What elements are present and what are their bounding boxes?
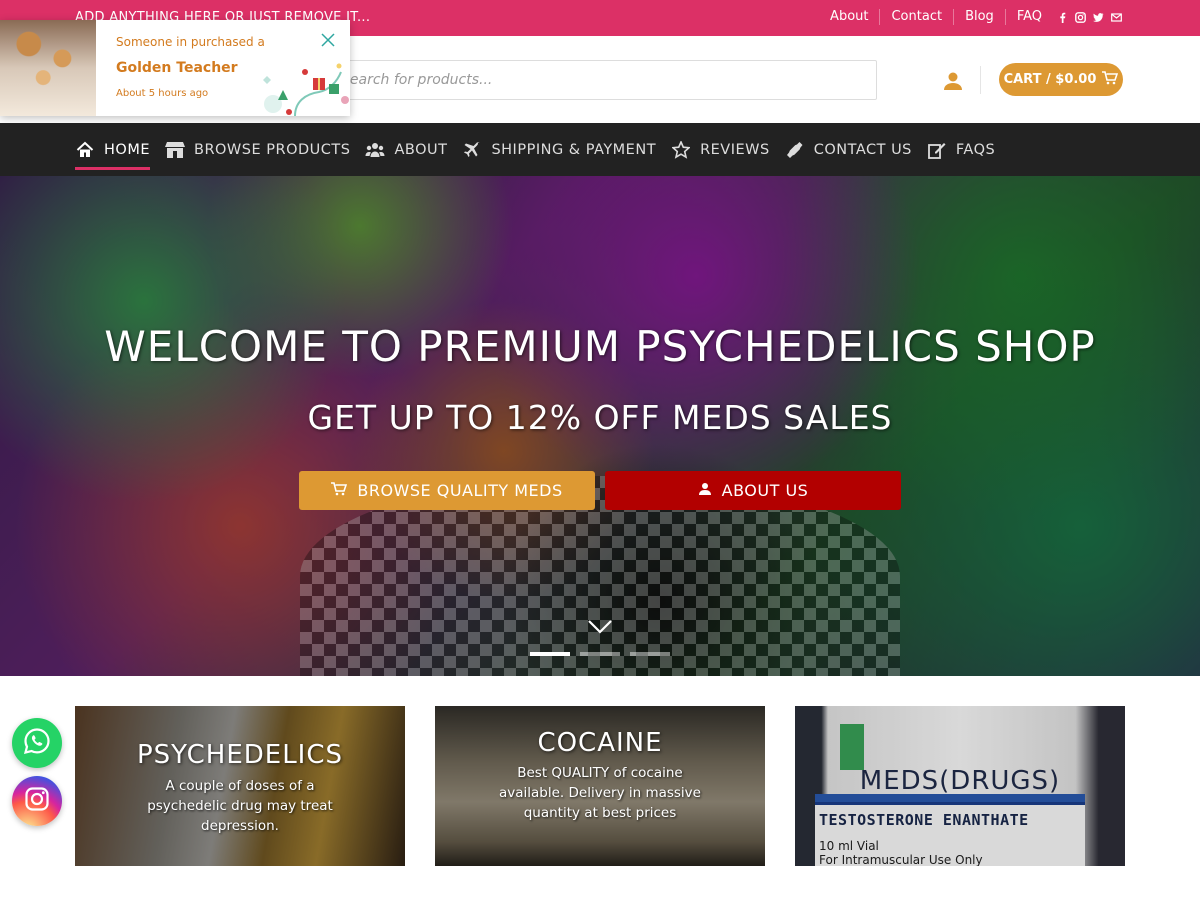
nav-label-browse-products: BROWSE PRODUCTS	[194, 141, 351, 158]
twitter-icon[interactable]	[1093, 12, 1104, 23]
top-link-about[interactable]: About	[819, 9, 879, 25]
popup-product-name[interactable]: Golden Teacher	[116, 60, 238, 76]
nav-label-about: ABOUT	[394, 141, 448, 158]
category-title: PSYCHEDELICS	[136, 740, 344, 770]
instagram-button[interactable]	[12, 776, 62, 826]
hero-title: WELCOME TO PREMIUM PSYCHEDELICS SHOP	[104, 322, 1096, 371]
christmas-decoration	[255, 60, 350, 117]
nav-label-reviews: REVIEWS	[700, 141, 770, 158]
nav-item-reviews[interactable]: REVIEWS	[671, 123, 770, 176]
category-description: A couple of doses of a psychedelic drug …	[147, 778, 333, 834]
nav-item-faqs[interactable]: FAQS	[927, 123, 995, 176]
browse-quality-meds-button[interactable]: BROWSE QUALITY MEDS	[299, 471, 595, 510]
account-icon[interactable]	[942, 70, 964, 92]
user-icon	[698, 481, 712, 500]
cart-label: CART / $0.00	[1003, 72, 1097, 87]
popup-message: Someone in purchased a	[116, 35, 265, 49]
scroll-down-chevron-icon[interactable]	[587, 619, 613, 635]
nav-item-home[interactable]: HOME	[75, 123, 150, 176]
whatsapp-icon	[23, 727, 51, 759]
nav-label-contact-us: CONTACT US	[813, 141, 912, 158]
slider-dots	[530, 652, 670, 656]
edit-icon	[927, 141, 947, 159]
category-card-meds[interactable]: TESTOSTERONE ENANTHATE 10 ml Vial For In…	[795, 706, 1125, 866]
cart-button[interactable]: CART / $0.00	[999, 63, 1123, 96]
search-box	[328, 60, 877, 100]
nav-label-faqs: FAQS	[955, 141, 996, 158]
instagram-icon	[24, 786, 50, 816]
home-icon	[75, 141, 95, 159]
nav-label-home: HOME	[104, 141, 150, 158]
about-button-label: ABOUT US	[721, 481, 809, 500]
slider-dot-2[interactable]	[580, 652, 620, 656]
whatsapp-button[interactable]	[12, 718, 62, 768]
email-icon[interactable]	[1111, 12, 1122, 23]
search-input[interactable]	[329, 61, 876, 99]
top-links: About Contact Blog FAQ	[819, 9, 1122, 25]
browse-button-label: BROWSE QUALITY MEDS	[357, 481, 563, 500]
category-title: MEDS(DRUGS)	[859, 766, 1061, 796]
category-title: COCAINE	[537, 728, 663, 758]
main-nav: HOME BROWSE PRODUCTS ABOUT SHIPPING & PA…	[0, 123, 1200, 176]
social-links	[1057, 11, 1122, 23]
cart-icon	[1102, 70, 1119, 89]
slider-dot-1[interactable]	[530, 652, 570, 656]
product-thumbnail[interactable]	[0, 20, 96, 116]
star-icon	[671, 140, 691, 159]
top-link-faq[interactable]: FAQ	[1004, 9, 1053, 25]
header-divider	[980, 66, 981, 94]
facebook-icon[interactable]	[1057, 12, 1068, 23]
nav-item-about[interactable]: ABOUT	[365, 123, 447, 176]
nav-item-browse-products[interactable]: BROWSE PRODUCTS	[165, 123, 350, 176]
plane-icon	[462, 141, 482, 159]
users-icon	[365, 141, 385, 159]
category-description: Best QUALITY of cocaine available. Deliv…	[499, 765, 701, 821]
close-icon[interactable]	[320, 32, 336, 48]
store-icon	[165, 141, 185, 159]
nav-label-shipping-payment: SHIPPING & PAYMENT	[491, 141, 657, 158]
recent-purchase-popup: Someone in purchased a Golden Teacher Ab…	[0, 20, 350, 117]
category-card-psychedelics[interactable]: PSYCHEDELICS A couple of doses of a psyc…	[75, 706, 405, 866]
popup-timestamp: About 5 hours ago	[116, 88, 209, 99]
slider-dot-3[interactable]	[630, 652, 670, 656]
cart-icon	[331, 481, 348, 500]
nav-item-shipping-payment[interactable]: SHIPPING & PAYMENT	[462, 123, 656, 176]
hero-slider: WELCOME TO PREMIUM PSYCHEDELICS SHOP GET…	[0, 176, 1200, 676]
phone-icon	[785, 141, 805, 159]
top-link-blog[interactable]: Blog	[953, 9, 1005, 25]
hero-subtitle: GET UP TO 12% OFF MEDS SALES	[307, 398, 893, 437]
nav-item-contact-us[interactable]: CONTACT US	[785, 123, 912, 176]
category-card-cocaine[interactable]: COCAINE Best QUALITY of cocaine availabl…	[435, 706, 765, 866]
top-link-contact[interactable]: Contact	[879, 9, 953, 25]
instagram-icon[interactable]	[1075, 11, 1086, 23]
about-us-button[interactable]: ABOUT US	[605, 471, 901, 510]
